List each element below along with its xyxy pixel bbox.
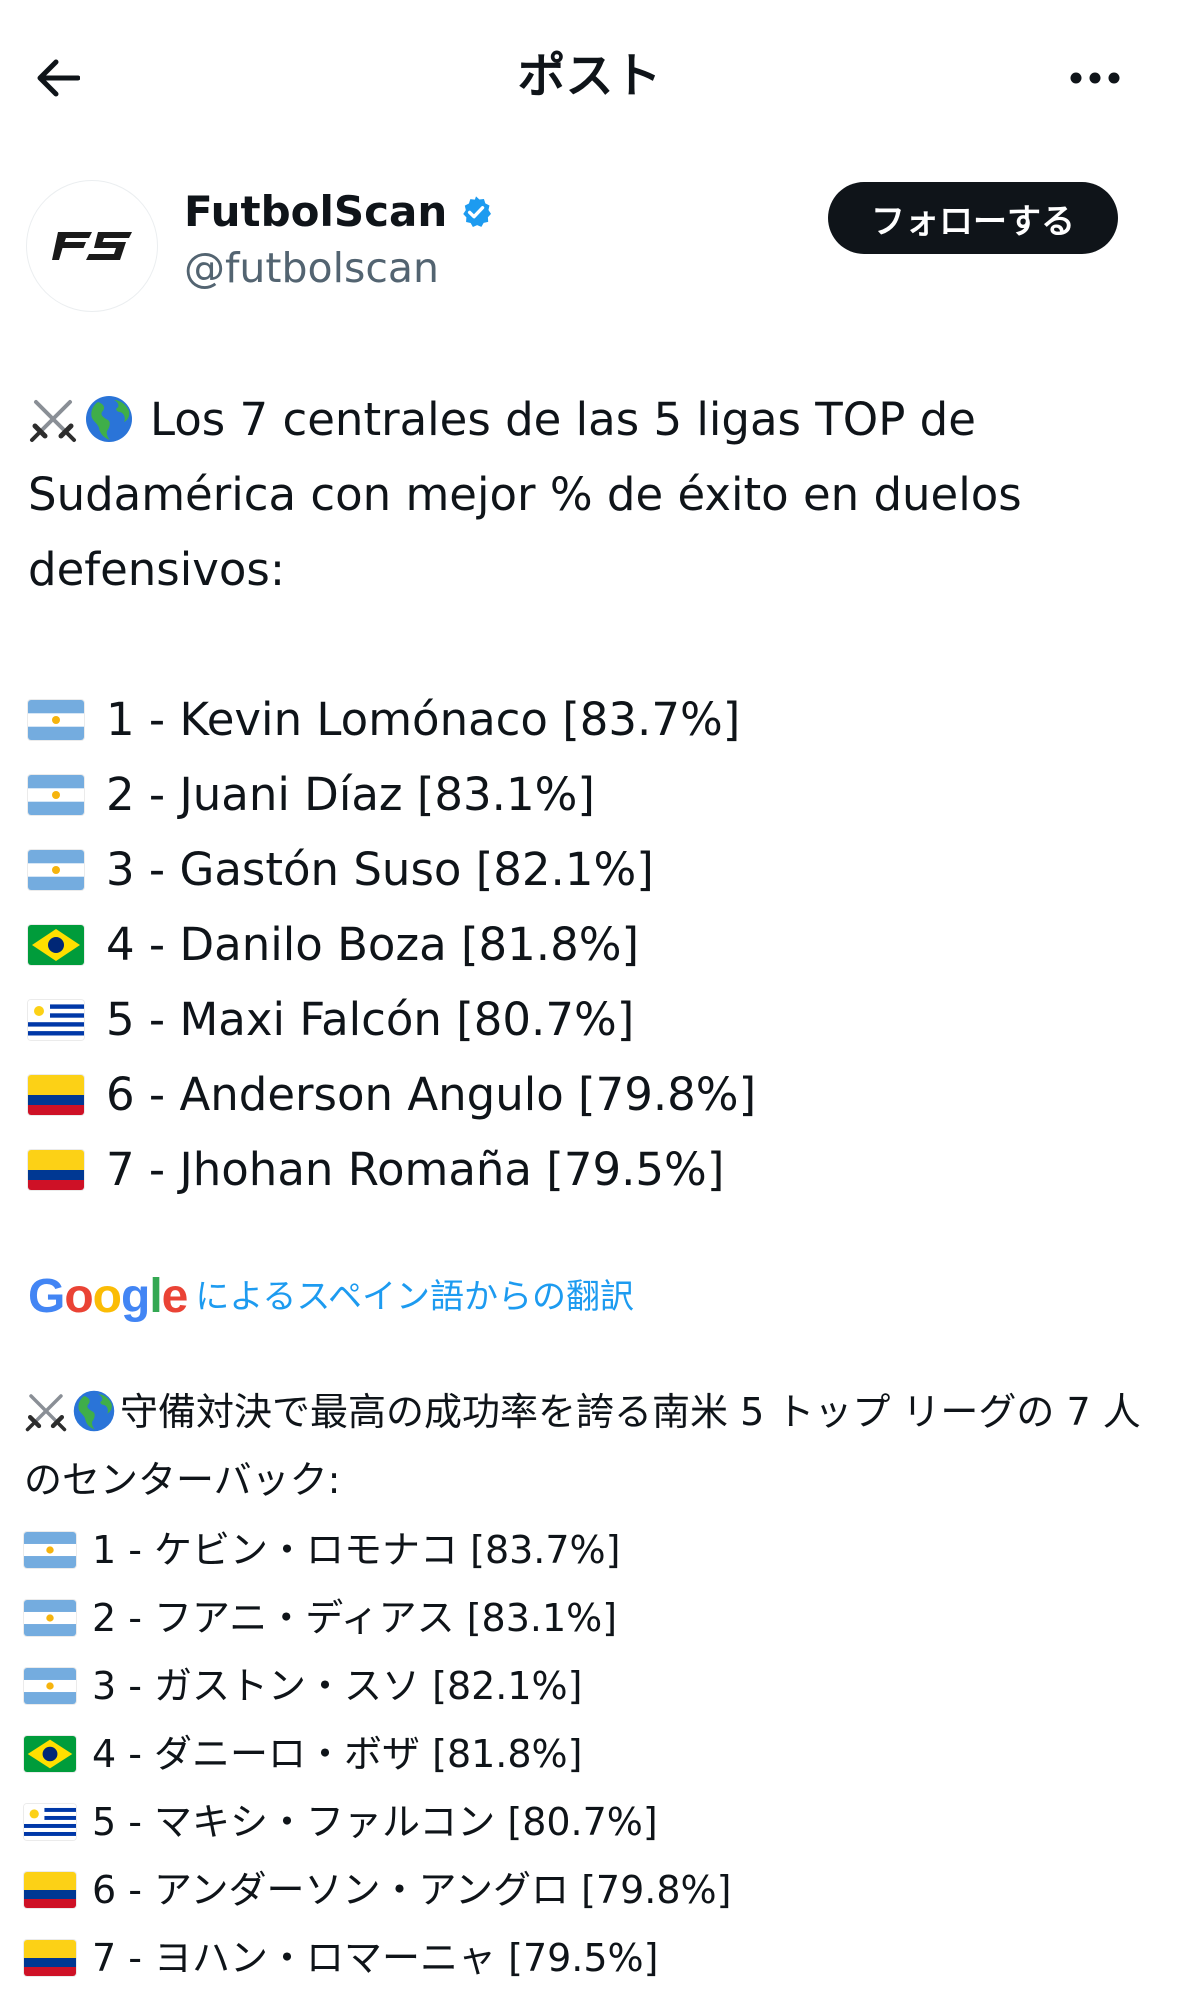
translated-intro-text: 守備対決で最高の成功率を誇る南米 5 トップ リーグの 7 人のセンターバック: (24, 1390, 1141, 1502)
flag-argentina-icon (28, 849, 84, 890)
flag-uruguay-icon (24, 1804, 76, 1840)
ranking-item: 1 - Kevin Lomónaco [83.7%] (28, 682, 1148, 757)
ranking-item-text: 5 - Maxi Falcón [80.7%] (106, 993, 635, 1046)
ranking-item-text: 4 - Danilo Boza [81.8%] (106, 918, 640, 971)
avatar[interactable] (26, 180, 158, 312)
top-nav-bar: ポスト (0, 0, 1179, 150)
ranking-item-text: 5 - マキシ・ファルコン [80.7%] (92, 1800, 658, 1844)
ranking-item: 1 - ケビン・ロモナコ [83.7%] (24, 1516, 1154, 1584)
ranking-item-text: 2 - フアニ・ディアス [83.1%] (92, 1596, 618, 1640)
flag-argentina-icon (24, 1532, 76, 1568)
ranking-item: 7 - Jhohan Romaña [79.5%] (28, 1132, 1148, 1207)
flag-argentina-icon (28, 699, 84, 740)
flag-uruguay-icon (28, 999, 84, 1040)
intro-emoji-group (28, 394, 134, 444)
ranking-item: 3 - Gastón Suso [82.1%] (28, 832, 1148, 907)
ranking-item-text: 6 - Anderson Angulo [79.8%] (106, 1068, 757, 1121)
ranking-item-text: 7 - ヨハン・ロマーニャ [79.5%] (92, 1936, 659, 1980)
translated-body: 守備対決で最高の成功率を誇る南米 5 トップ リーグの 7 人のセンターバック:… (24, 1378, 1154, 1992)
flag-argentina-icon (24, 1600, 76, 1636)
crossed-swords-icon (30, 400, 76, 442)
flag-colombia-icon (28, 1074, 84, 1115)
ranking-item-text: 2 - Juani Díaz [83.1%] (106, 768, 595, 821)
ranking-item: 7 - ヨハン・ロマーニャ [79.5%] (24, 1924, 1154, 1992)
author-display-name[interactable]: FutbolScan (184, 186, 493, 238)
tweet-ranking-list: 1 - Kevin Lomónaco [83.7%] 2 - Juani Díaz… (28, 682, 1148, 1207)
translated-ranking-list: 1 - ケビン・ロモナコ [83.7%] 2 - フアニ・ディアス [83.1%]… (24, 1516, 1154, 1992)
verified-badge-icon (459, 195, 493, 229)
translation-label-text: によるスペイン語からの翻訳 (195, 1277, 634, 1317)
tweet-intro: Los 7 centrales de las 5 ligas TOP de Su… (28, 382, 1148, 607)
more-button[interactable] (1040, 48, 1150, 108)
more-horizontal-icon (1070, 72, 1120, 84)
page-title: ポスト (517, 48, 662, 104)
flag-brazil-icon (24, 1736, 76, 1772)
ranking-item: 6 - Anderson Angulo [79.8%] (28, 1057, 1148, 1132)
intro-emoji-group (24, 1389, 116, 1433)
follow-button[interactable]: フォローする (828, 182, 1118, 254)
ranking-item-text: 3 - ガストン・スソ [82.1%] (92, 1664, 583, 1708)
ranking-item: 3 - ガストン・スソ [82.1%] (24, 1652, 1154, 1720)
translated-intro: 守備対決で最高の成功率を誇る南米 5 トップ リーグの 7 人のセンターバック: (24, 1378, 1154, 1514)
tweet-intro-text: Los 7 centrales de las 5 ligas TOP de Su… (28, 393, 1022, 596)
google-logo: Google (28, 1270, 188, 1323)
author-row: FutbolScan @futbolscan フォローする (0, 172, 1179, 322)
flag-brazil-icon (28, 924, 84, 965)
flag-argentina-icon (28, 774, 84, 815)
tweet-body: Los 7 centrales de las 5 ligas TOP de Su… (28, 382, 1148, 1207)
flag-colombia-icon (28, 1149, 84, 1190)
ranking-item-text: 4 - ダニーロ・ボザ [81.8%] (92, 1732, 583, 1776)
futbolscan-logo (52, 232, 132, 260)
author-name-text: FutbolScan (184, 187, 448, 236)
translation-label[interactable]: Google によるスペイン語からの翻訳 (28, 1272, 634, 1322)
globe-americas-icon (86, 396, 132, 442)
ranking-item: 5 - マキシ・ファルコン [80.7%] (24, 1788, 1154, 1856)
ranking-item-text: 1 - Kevin Lomónaco [83.7%] (106, 693, 741, 746)
flag-argentina-icon (24, 1668, 76, 1704)
flag-colombia-icon (24, 1872, 76, 1908)
ranking-item-text: 7 - Jhohan Romaña [79.5%] (106, 1143, 725, 1196)
ranking-item: 2 - フアニ・ディアス [83.1%] (24, 1584, 1154, 1652)
ranking-item: 6 - アンダーソン・アングロ [79.8%] (24, 1856, 1154, 1924)
ranking-item: 4 - ダニーロ・ボザ [81.8%] (24, 1720, 1154, 1788)
crossed-swords-icon (25, 1393, 67, 1431)
ranking-item: 5 - Maxi Falcón [80.7%] (28, 982, 1148, 1057)
ranking-item: 4 - Danilo Boza [81.8%] (28, 907, 1148, 982)
ranking-item: 2 - Juani Díaz [83.1%] (28, 757, 1148, 832)
flag-colombia-icon (24, 1940, 76, 1976)
author-handle[interactable]: @futbolscan (184, 242, 439, 294)
globe-americas-icon (73, 1390, 115, 1431)
ranking-item-text: 3 - Gastón Suso [82.1%] (106, 843, 654, 896)
ranking-item-text: 1 - ケビン・ロモナコ [83.7%] (92, 1528, 621, 1572)
ranking-item-text: 6 - アンダーソン・アングロ [79.8%] (92, 1868, 732, 1912)
